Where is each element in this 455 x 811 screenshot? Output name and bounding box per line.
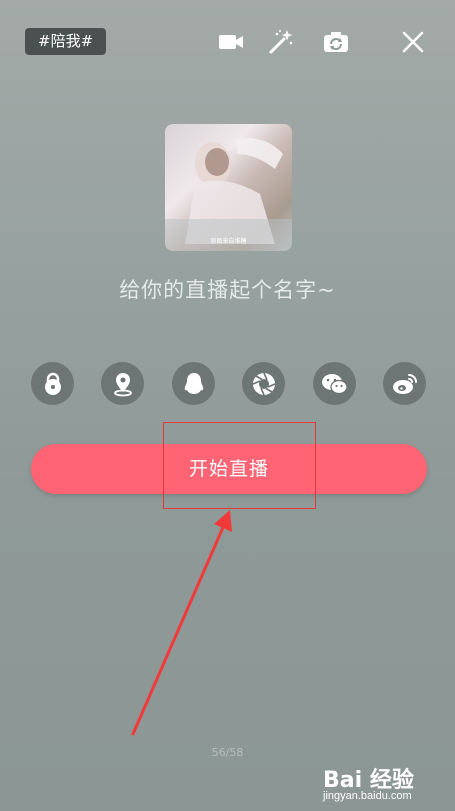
cover-image[interactable]: 原图来自堆糖 bbox=[165, 124, 292, 251]
close-icon[interactable] bbox=[396, 26, 430, 58]
cover-caption: 原图来自堆糖 bbox=[210, 238, 247, 245]
share-options bbox=[31, 362, 426, 406]
lock-icon[interactable] bbox=[31, 362, 74, 405]
qq-icon[interactable] bbox=[172, 362, 215, 405]
magic-wand-icon[interactable] bbox=[264, 26, 298, 58]
annotation-highlight-box bbox=[163, 422, 316, 509]
wechat-icon[interactable] bbox=[313, 362, 356, 405]
watermark-url: jingyan.baidu.com bbox=[323, 790, 412, 802]
weibo-icon[interactable] bbox=[383, 362, 426, 405]
topic-tag[interactable]: #陪我# bbox=[25, 28, 107, 55]
live-title-input[interactable]: 给你的直播起个名字~ bbox=[0, 274, 455, 304]
video-camera-icon[interactable] bbox=[214, 26, 248, 58]
qzone-aperture-icon[interactable] bbox=[242, 362, 285, 405]
char-counter: 56/58 bbox=[211, 746, 244, 759]
flip-camera-icon[interactable] bbox=[319, 26, 353, 58]
location-icon[interactable] bbox=[101, 362, 144, 405]
baidu-jingyan-watermark: Bai 经验 jingyan.baidu.com bbox=[323, 762, 441, 806]
